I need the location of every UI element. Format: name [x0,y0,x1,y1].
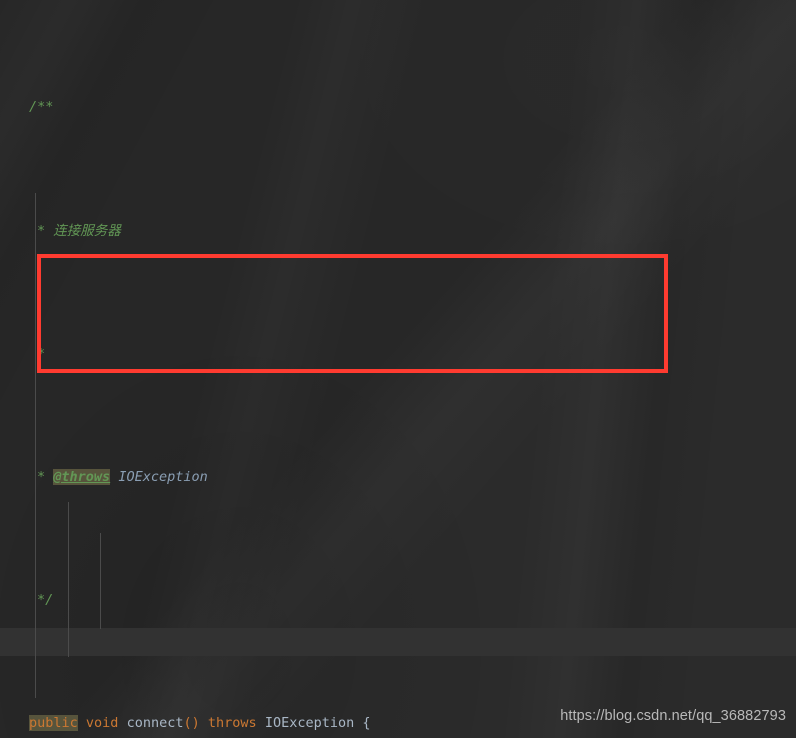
code-editor-screenshot: /** * 连接服务器 * * @throws IOException */ p… [0,0,796,738]
token-javadoc-exception-type: IOException [118,468,208,485]
token-comment-star: * [37,222,54,239]
code-line-4: * @throws IOException [0,462,796,493]
token-type-ioexception: IOException [264,715,355,732]
code-line-5: */ [0,585,796,616]
token-keyword-throws: throws [207,715,257,732]
token-keyword-void: void [85,715,119,732]
token-comment-text-cn: 连接服务器 [53,222,121,239]
watermark-url: https://blog.csdn.net/qq_36882793 [560,708,786,724]
token-javadoc-throws-tag: @throws [53,468,111,485]
token-keyword-public: public [29,715,78,732]
token-comment-close: */ [37,592,54,609]
code-line-1: /** [0,92,796,123]
token-method-name-connect: connect [126,715,184,732]
token-comment-open: /** [29,99,54,116]
code-line-2: * 连接服务器 [0,216,796,247]
token-comment-star: * [37,468,54,485]
code-area[interactable]: /** * 连接服务器 * * @throws IOException */ p… [0,0,796,738]
token-open-brace: { [354,715,371,732]
code-line-3: * [0,339,796,370]
token-comment-star: * [37,345,46,362]
token-parens: () [183,715,200,732]
